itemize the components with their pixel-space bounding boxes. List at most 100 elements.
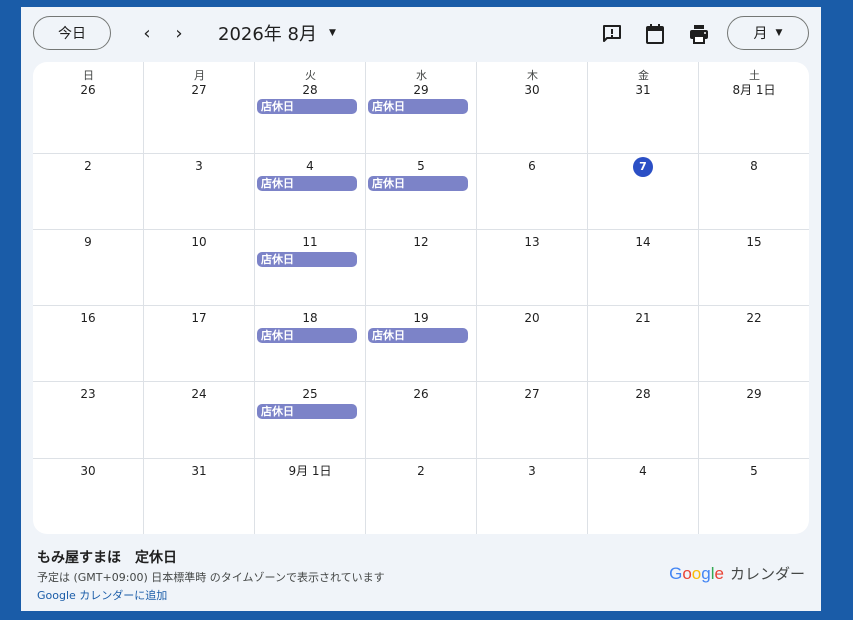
day-cell[interactable]: 6 bbox=[477, 154, 588, 230]
date-number[interactable]: 2 bbox=[33, 157, 143, 175]
date-number[interactable]: 21 bbox=[588, 309, 698, 327]
day-cell[interactable]: 28 店休日 bbox=[255, 62, 366, 154]
date-number[interactable]: 28 bbox=[255, 81, 365, 99]
date-number[interactable]: 18 bbox=[255, 309, 365, 327]
event-chip[interactable]: 店休日 bbox=[257, 99, 357, 114]
day-cell[interactable]: 9月 1日 bbox=[255, 459, 366, 534]
day-cell[interactable]: 13 bbox=[477, 230, 588, 306]
date-number[interactable]: 14 bbox=[588, 233, 698, 251]
date-number[interactable]: 4 bbox=[255, 157, 365, 175]
day-cell[interactable]: 2 bbox=[366, 459, 477, 534]
month-selector[interactable]: 2026年 8月 ▼ bbox=[218, 20, 336, 46]
day-cell[interactable]: 8 bbox=[699, 154, 809, 230]
day-cell[interactable]: 3 bbox=[477, 459, 588, 534]
date-number[interactable]: 8 bbox=[699, 157, 809, 175]
day-cell[interactable]: 12 bbox=[366, 230, 477, 306]
date-number[interactable]: 31 bbox=[144, 462, 254, 480]
date-number[interactable]: 26 bbox=[366, 385, 476, 403]
date-number[interactable]: 3 bbox=[144, 157, 254, 175]
date-number[interactable]: 29 bbox=[366, 81, 476, 99]
day-cell[interactable]: 31 bbox=[144, 459, 255, 534]
add-to-google-calendar-link[interactable]: Google カレンダーに追加 bbox=[37, 587, 167, 603]
day-cell[interactable]: 11 店休日 bbox=[255, 230, 366, 306]
event-chip[interactable]: 店休日 bbox=[368, 176, 468, 191]
day-cell[interactable]: 10 bbox=[144, 230, 255, 306]
date-number[interactable]: 6 bbox=[477, 157, 587, 175]
day-cell[interactable]: 16 bbox=[33, 306, 144, 382]
day-cell[interactable]: 22 bbox=[699, 306, 809, 382]
day-cell[interactable]: 15 bbox=[699, 230, 809, 306]
day-cell[interactable]: 30 bbox=[33, 459, 144, 534]
date-number[interactable]: 10 bbox=[144, 233, 254, 251]
date-number[interactable]: 2 bbox=[366, 462, 476, 480]
day-cell[interactable]: 9 bbox=[33, 230, 144, 306]
date-number[interactable]: 20 bbox=[477, 309, 587, 327]
date-number[interactable]: 12 bbox=[366, 233, 476, 251]
date-number[interactable]: 29 bbox=[699, 385, 809, 403]
day-cell[interactable]: 26 bbox=[366, 382, 477, 459]
date-number[interactable]: 3 bbox=[477, 462, 587, 480]
event-chip[interactable]: 店休日 bbox=[368, 99, 468, 114]
date-number[interactable]: 26 bbox=[33, 81, 143, 99]
day-cell[interactable]: 27 bbox=[144, 62, 255, 154]
day-cell[interactable]: 21 bbox=[588, 306, 699, 382]
date-number[interactable]: 13 bbox=[477, 233, 587, 251]
date-number[interactable]: 11 bbox=[255, 233, 365, 251]
date-number[interactable]: 9月 1日 bbox=[255, 462, 365, 480]
date-number[interactable]: 8月 1日 bbox=[699, 81, 809, 99]
event-chip[interactable]: 店休日 bbox=[257, 252, 357, 267]
date-number[interactable]: 25 bbox=[255, 385, 365, 403]
day-cell[interactable]: 19 店休日 bbox=[366, 306, 477, 382]
day-cell[interactable]: 24 bbox=[144, 382, 255, 459]
today-button[interactable]: 今日 bbox=[33, 16, 111, 50]
event-chip[interactable]: 店休日 bbox=[257, 404, 357, 419]
date-number[interactable]: 16 bbox=[33, 309, 143, 327]
date-number[interactable]: 27 bbox=[477, 385, 587, 403]
date-number[interactable]: 31 bbox=[588, 81, 698, 99]
day-cell[interactable]: 30 bbox=[477, 62, 588, 154]
print-icon[interactable] bbox=[687, 22, 711, 46]
day-cell[interactable]: 20 bbox=[477, 306, 588, 382]
chevron-left-icon[interactable]: ‹ bbox=[133, 19, 161, 47]
day-cell[interactable]: 5 店休日 bbox=[366, 154, 477, 230]
date-number[interactable]: 27 bbox=[144, 81, 254, 99]
day-cell[interactable]: 31 bbox=[588, 62, 699, 154]
day-cell[interactable]: 17 bbox=[144, 306, 255, 382]
date-number[interactable]: 9 bbox=[33, 233, 143, 251]
event-chip[interactable]: 店休日 bbox=[257, 328, 357, 343]
google-calendar-brand[interactable]: Google カレンダー bbox=[669, 563, 805, 584]
day-cell[interactable]: 5 bbox=[699, 459, 809, 534]
chevron-right-icon[interactable]: › bbox=[165, 19, 193, 47]
day-cell[interactable]: 8月 1日 bbox=[699, 62, 809, 154]
date-number[interactable]: 24 bbox=[144, 385, 254, 403]
date-number[interactable]: 5 bbox=[699, 462, 809, 480]
day-cell[interactable]: 18 店休日 bbox=[255, 306, 366, 382]
day-cell[interactable]: 2 bbox=[33, 154, 144, 230]
view-selector-button[interactable]: 月 ▼ bbox=[727, 16, 809, 50]
event-chip[interactable]: 店休日 bbox=[257, 176, 357, 191]
date-number[interactable]: 5 bbox=[366, 157, 476, 175]
day-cell[interactable]: 29 bbox=[699, 382, 809, 459]
event-chip[interactable]: 店休日 bbox=[368, 328, 468, 343]
date-number[interactable]: 30 bbox=[477, 81, 587, 99]
day-cell[interactable]: 26 bbox=[33, 62, 144, 154]
day-cell[interactable]: 25 店休日 bbox=[255, 382, 366, 459]
day-cell[interactable]: 28 bbox=[588, 382, 699, 459]
day-cell[interactable]: 4 店休日 bbox=[255, 154, 366, 230]
feedback-icon[interactable] bbox=[600, 22, 624, 46]
date-number[interactable]: 15 bbox=[699, 233, 809, 251]
date-number[interactable]: 28 bbox=[588, 385, 698, 403]
day-cell[interactable]: 27 bbox=[477, 382, 588, 459]
day-cell[interactable]: 14 bbox=[588, 230, 699, 306]
calendar-icon[interactable] bbox=[643, 22, 667, 46]
day-cell[interactable]: 4 bbox=[588, 459, 699, 534]
date-number[interactable]: 19 bbox=[366, 309, 476, 327]
date-number[interactable]: 22 bbox=[699, 309, 809, 327]
date-number[interactable]: 4 bbox=[588, 462, 698, 480]
date-number[interactable]: 17 bbox=[144, 309, 254, 327]
day-cell[interactable]: 3 bbox=[144, 154, 255, 230]
day-cell[interactable]: 23 bbox=[33, 382, 144, 459]
day-cell[interactable]: 7 bbox=[588, 154, 699, 230]
today-date-number[interactable]: 7 bbox=[588, 157, 698, 177]
date-number[interactable]: 30 bbox=[33, 462, 143, 480]
